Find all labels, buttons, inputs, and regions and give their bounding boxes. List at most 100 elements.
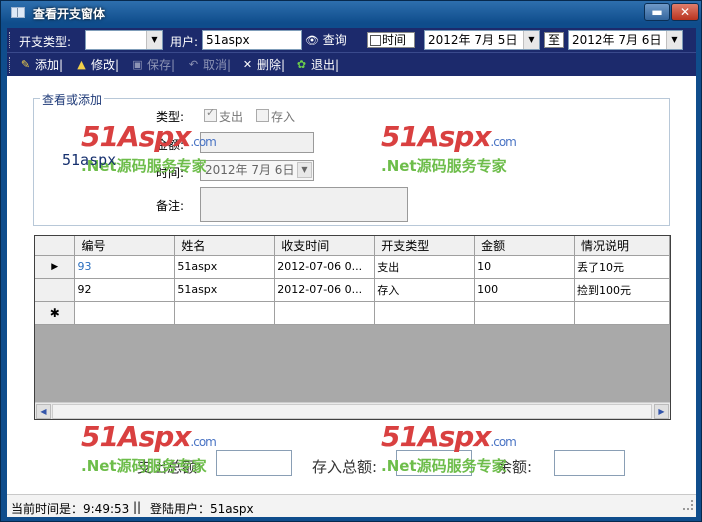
expense-total-field[interactable]	[216, 450, 292, 476]
chevron-down-icon[interactable]: ▼	[523, 31, 539, 49]
book-icon	[11, 7, 25, 18]
main-window: 查看开支窗体 ▬ ✕ 开支类型: ▼ 用户: 51aspx 👁 查询 时间 20…	[0, 0, 702, 522]
edit-button[interactable]: ▲ 修改|	[75, 57, 119, 74]
delete-icon: ✕	[242, 58, 253, 71]
grid-cell[interactable]	[174, 301, 276, 325]
add-icon: ✎	[20, 58, 31, 71]
edit-label: 修改|	[91, 58, 120, 72]
watermark-domain: .com	[490, 435, 516, 449]
cancel-label: 取消|	[203, 58, 232, 72]
grid-cell[interactable]: 支出	[374, 255, 476, 279]
add-button[interactable]: ✎ 添加|	[19, 57, 63, 74]
deposit-checkbox[interactable]: 存入	[256, 108, 295, 125]
note-field[interactable]	[200, 187, 408, 222]
type-filter-select[interactable]: ▼	[85, 30, 163, 50]
exit-icon: ✿	[296, 58, 307, 71]
type-filter-label: 开支类型:	[19, 35, 72, 49]
amount-label: 金额:	[156, 138, 185, 152]
expense-grid[interactable]: 编号 姓名 收支时间 开支类型 金额 情况说明 ▶ 93 51aspx 2012…	[34, 235, 671, 420]
grid-header-row: 编号 姓名 收支时间 开支类型 金额 情况说明	[35, 236, 670, 256]
col-header-time[interactable]: 收支时间	[274, 236, 376, 256]
chevron-down-icon[interactable]: ▼	[666, 31, 682, 49]
current-row-icon[interactable]: ▶	[35, 255, 76, 279]
search-label: 查询	[322, 33, 347, 47]
balance-label: 余额:	[497, 458, 533, 476]
user-input[interactable]: 51aspx	[202, 30, 302, 50]
horizontal-scrollbar[interactable]: ◀ ▶	[35, 402, 670, 419]
new-row[interactable]: ✱	[35, 301, 670, 325]
note-label: 备注:	[156, 199, 185, 213]
save-label: 保存|	[147, 58, 176, 72]
grid-cell[interactable]: 92	[74, 278, 176, 302]
watermark-domain: .com	[190, 435, 216, 449]
scroll-left-icon[interactable]: ◀	[36, 404, 51, 419]
add-label: 添加|	[35, 58, 64, 72]
table-row[interactable]: ▶ 93 51aspx 2012-07-06 0... 支出 10 丢了10元	[35, 255, 670, 279]
grid-cell[interactable]: 51aspx	[174, 255, 276, 279]
date-to-picker[interactable]: 2012年 7月 6日 ▼	[568, 30, 683, 50]
grid-cell[interactable]: 10	[474, 255, 575, 279]
amount-field[interactable]	[200, 132, 314, 153]
chevron-down-icon[interactable]: ▼	[146, 31, 162, 49]
col-header-amount[interactable]: 金额	[474, 236, 575, 256]
table-row[interactable]: 92 51aspx 2012-07-06 0... 存入 100 捡到100元	[35, 278, 670, 302]
row-header[interactable]	[35, 278, 76, 302]
scroll-right-icon[interactable]: ▶	[654, 404, 669, 419]
cancel-button[interactable]: ↶ 取消|	[187, 57, 231, 74]
status-time: 当前时间是：9:49:53	[11, 502, 130, 516]
watermark-logo-text: 51Aspx	[381, 420, 491, 453]
status-user: 登陆用户：51aspx	[150, 502, 254, 516]
grid-cell[interactable]: 2012-07-06 0...	[274, 278, 376, 302]
date-from-value: 2012年 7月 5日	[428, 33, 518, 47]
query-toolbar: 开支类型: ▼ 用户: 51aspx 👁 查询 时间 2012年 7月 5日 ▼…	[7, 28, 696, 52]
close-button[interactable]: ✕	[671, 3, 699, 21]
title-bar: 查看开支窗体 ▬ ✕	[1, 1, 701, 25]
toolbar-grip[interactable]	[9, 32, 12, 48]
time-checkbox[interactable]: 时间	[367, 32, 415, 48]
chevron-down-icon[interactable]: ▼	[297, 162, 312, 178]
expense-total-label: 支出总额:	[137, 458, 203, 476]
exit-button[interactable]: ✿ 退出|	[295, 57, 339, 74]
grid-cell[interactable]	[74, 301, 176, 325]
grid-cell[interactable]: 捡到100元	[574, 278, 670, 302]
balance-field[interactable]	[554, 450, 625, 476]
minimize-button[interactable]: ▬	[644, 3, 670, 21]
grid-cell[interactable]	[574, 301, 670, 325]
delete-button[interactable]: ✕ 删除|	[241, 57, 285, 74]
delete-label: 删除|	[257, 58, 286, 72]
to-label: 至	[544, 32, 564, 48]
toolbar-grip[interactable]	[9, 57, 12, 73]
deposit-total-label: 存入总额:	[312, 458, 378, 476]
time-picker[interactable]: 2012年 7月 6日 ▼	[200, 160, 314, 181]
undo-icon: ↶	[188, 58, 199, 71]
col-header-type[interactable]: 开支类型	[374, 236, 476, 256]
user-label: 用户:	[170, 35, 199, 49]
grid-cell[interactable]: 93	[74, 255, 176, 279]
grid-cell[interactable]: 2012-07-06 0...	[274, 255, 376, 279]
col-header-name[interactable]: 姓名	[174, 236, 276, 256]
search-button[interactable]: 👁 查询	[305, 31, 347, 49]
time-label: 时间:	[156, 166, 185, 180]
save-icon: ▣	[132, 58, 143, 71]
expense-checkbox[interactable]: 支出	[204, 106, 243, 125]
date-to-value: 2012年 7月 6日	[572, 33, 662, 47]
grid-cell[interactable]: 100	[474, 278, 575, 302]
action-toolbar: ✎ 添加| ▲ 修改| ▣ 保存| ↶ 取消| ✕ 删除| ✿ 退出|	[7, 52, 696, 76]
col-header-note[interactable]: 情况说明	[574, 236, 670, 256]
grid-cell[interactable]	[374, 301, 476, 325]
date-from-picker[interactable]: 2012年 7月 5日 ▼	[424, 30, 540, 50]
save-button[interactable]: ▣ 保存|	[131, 57, 175, 74]
grid-cell[interactable]: 丢了10元	[574, 255, 670, 279]
grid-cell[interactable]: 存入	[374, 278, 476, 302]
scroll-thumb[interactable]	[52, 404, 652, 419]
resize-grip-icon[interactable]	[683, 500, 693, 510]
grid-cell[interactable]: 51aspx	[174, 278, 276, 302]
time-picker-value: 2012年 7月 6日	[205, 163, 295, 177]
edit-icon: ▲	[77, 58, 86, 71]
view-or-add-group: 查看或添加 类型: 支出 存入 金额: 时间: 2012年 7月 6日 ▼ 备注…	[33, 91, 670, 226]
col-header-id[interactable]: 编号	[74, 236, 176, 256]
new-row-icon[interactable]: ✱	[35, 301, 76, 325]
grid-cell[interactable]	[274, 301, 376, 325]
grid-cell[interactable]	[474, 301, 575, 325]
deposit-total-field[interactable]	[396, 450, 472, 476]
